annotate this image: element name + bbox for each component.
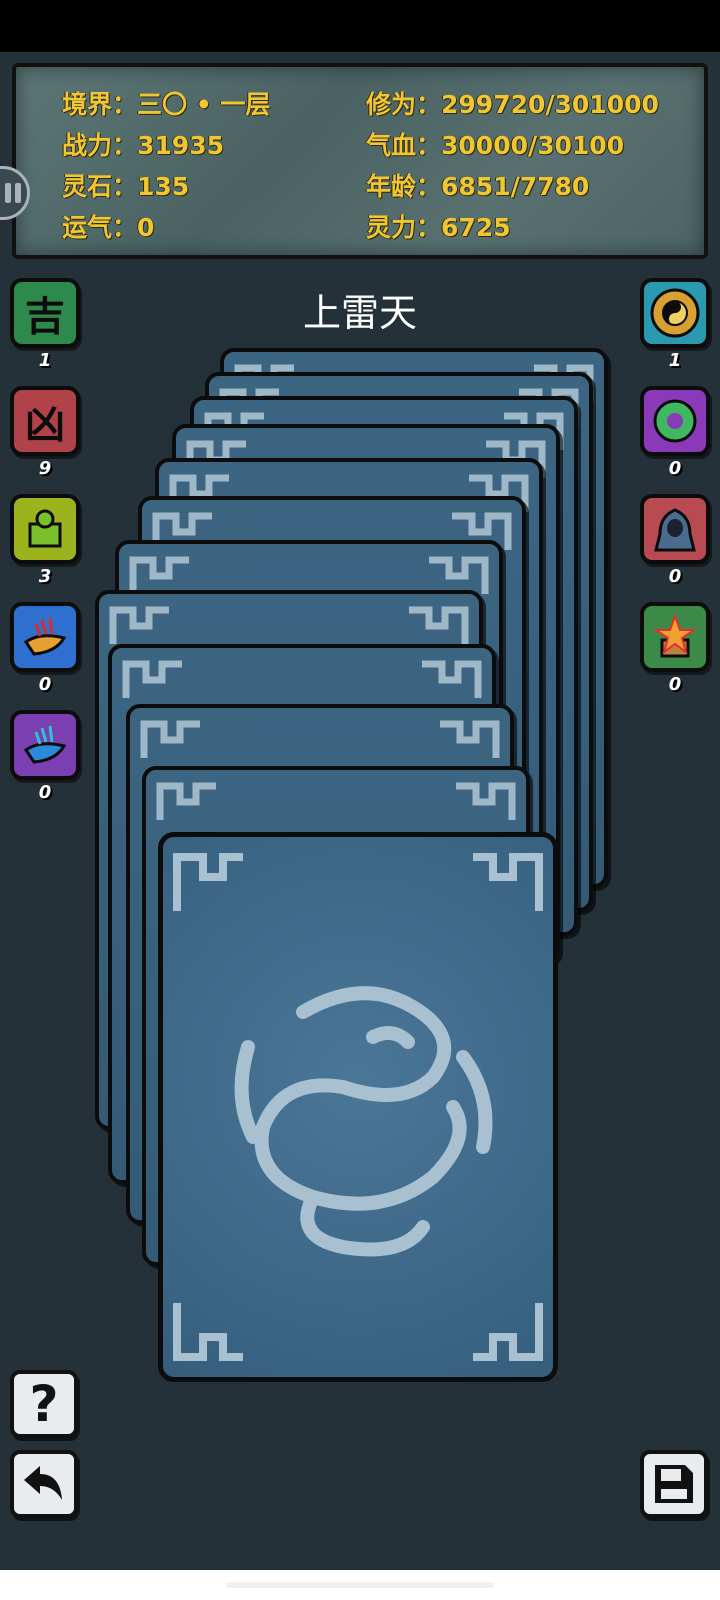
cultivation-stat: 修为：299720/301000 [366, 90, 659, 119]
save-button[interactable] [640, 1450, 708, 1518]
formation-crystal-count: 0 [668, 674, 682, 695]
help-button[interactable]: ? [10, 1370, 78, 1438]
floppy-disk-icon [655, 1465, 693, 1503]
card-corner-ornament-icon [122, 658, 192, 702]
jade-seal-count: 3 [38, 566, 52, 587]
back-arrow-icon [24, 1466, 62, 1500]
fortune-count: 1 [38, 350, 52, 371]
misfortune-count: 9 [38, 458, 52, 479]
hooded-figure-count: 0 [668, 566, 682, 587]
card-corner-ornament-icon [109, 604, 179, 648]
age-stat: 年龄：6851/7780 [366, 172, 590, 201]
jade-seal-icon[interactable] [10, 494, 80, 564]
status-bar [0, 0, 720, 52]
stats-panel: 境界：三〇 • 一层 战力：31935 灵石：135 运气：0 修为：29972… [12, 63, 708, 259]
card-corner-ornament-icon [430, 718, 500, 762]
jade-orb-icon[interactable] [640, 386, 710, 456]
dragon-emblem-icon [173, 853, 543, 1361]
formation-crystal-icon[interactable] [640, 602, 710, 672]
card-corner-ornament-icon [399, 604, 469, 648]
card-corner-ornament-icon [140, 718, 210, 762]
fire-scroll-count: 0 [38, 674, 52, 695]
front-card[interactable] [158, 832, 558, 1382]
card-corner-ornament-icon [446, 780, 516, 824]
power-stat: 战力：31935 [62, 131, 224, 160]
card-corner-ornament-icon [412, 658, 482, 702]
taiji-compass-count: 1 [668, 350, 682, 371]
spirit-stone-stat: 灵石：135 [62, 172, 190, 201]
ice-scroll-icon[interactable] [10, 710, 80, 780]
back-button[interactable] [10, 1450, 78, 1518]
jade-orb-count: 0 [668, 458, 682, 479]
taiji-compass-icon[interactable] [640, 278, 710, 348]
hp-stat: 气血：30000/30100 [366, 131, 625, 160]
question-mark-icon: ? [29, 1375, 59, 1433]
misfortune-icon[interactable]: 凶 [10, 386, 80, 456]
fire-scroll-icon[interactable] [10, 602, 80, 672]
home-indicator[interactable] [226, 1582, 494, 1588]
realm-title: 上雷天 [302, 291, 417, 335]
spirit-power-stat: 灵力：6725 [366, 213, 511, 242]
luck-stat: 运气：0 [62, 213, 155, 242]
ice-scroll-count: 0 [38, 782, 52, 803]
card-corner-ornament-icon [156, 780, 226, 824]
fortune-icon[interactable]: 吉 [10, 278, 80, 348]
realm-stat: 境界：三〇 • 一层 [62, 90, 271, 119]
hooded-figure-icon[interactable] [640, 494, 710, 564]
